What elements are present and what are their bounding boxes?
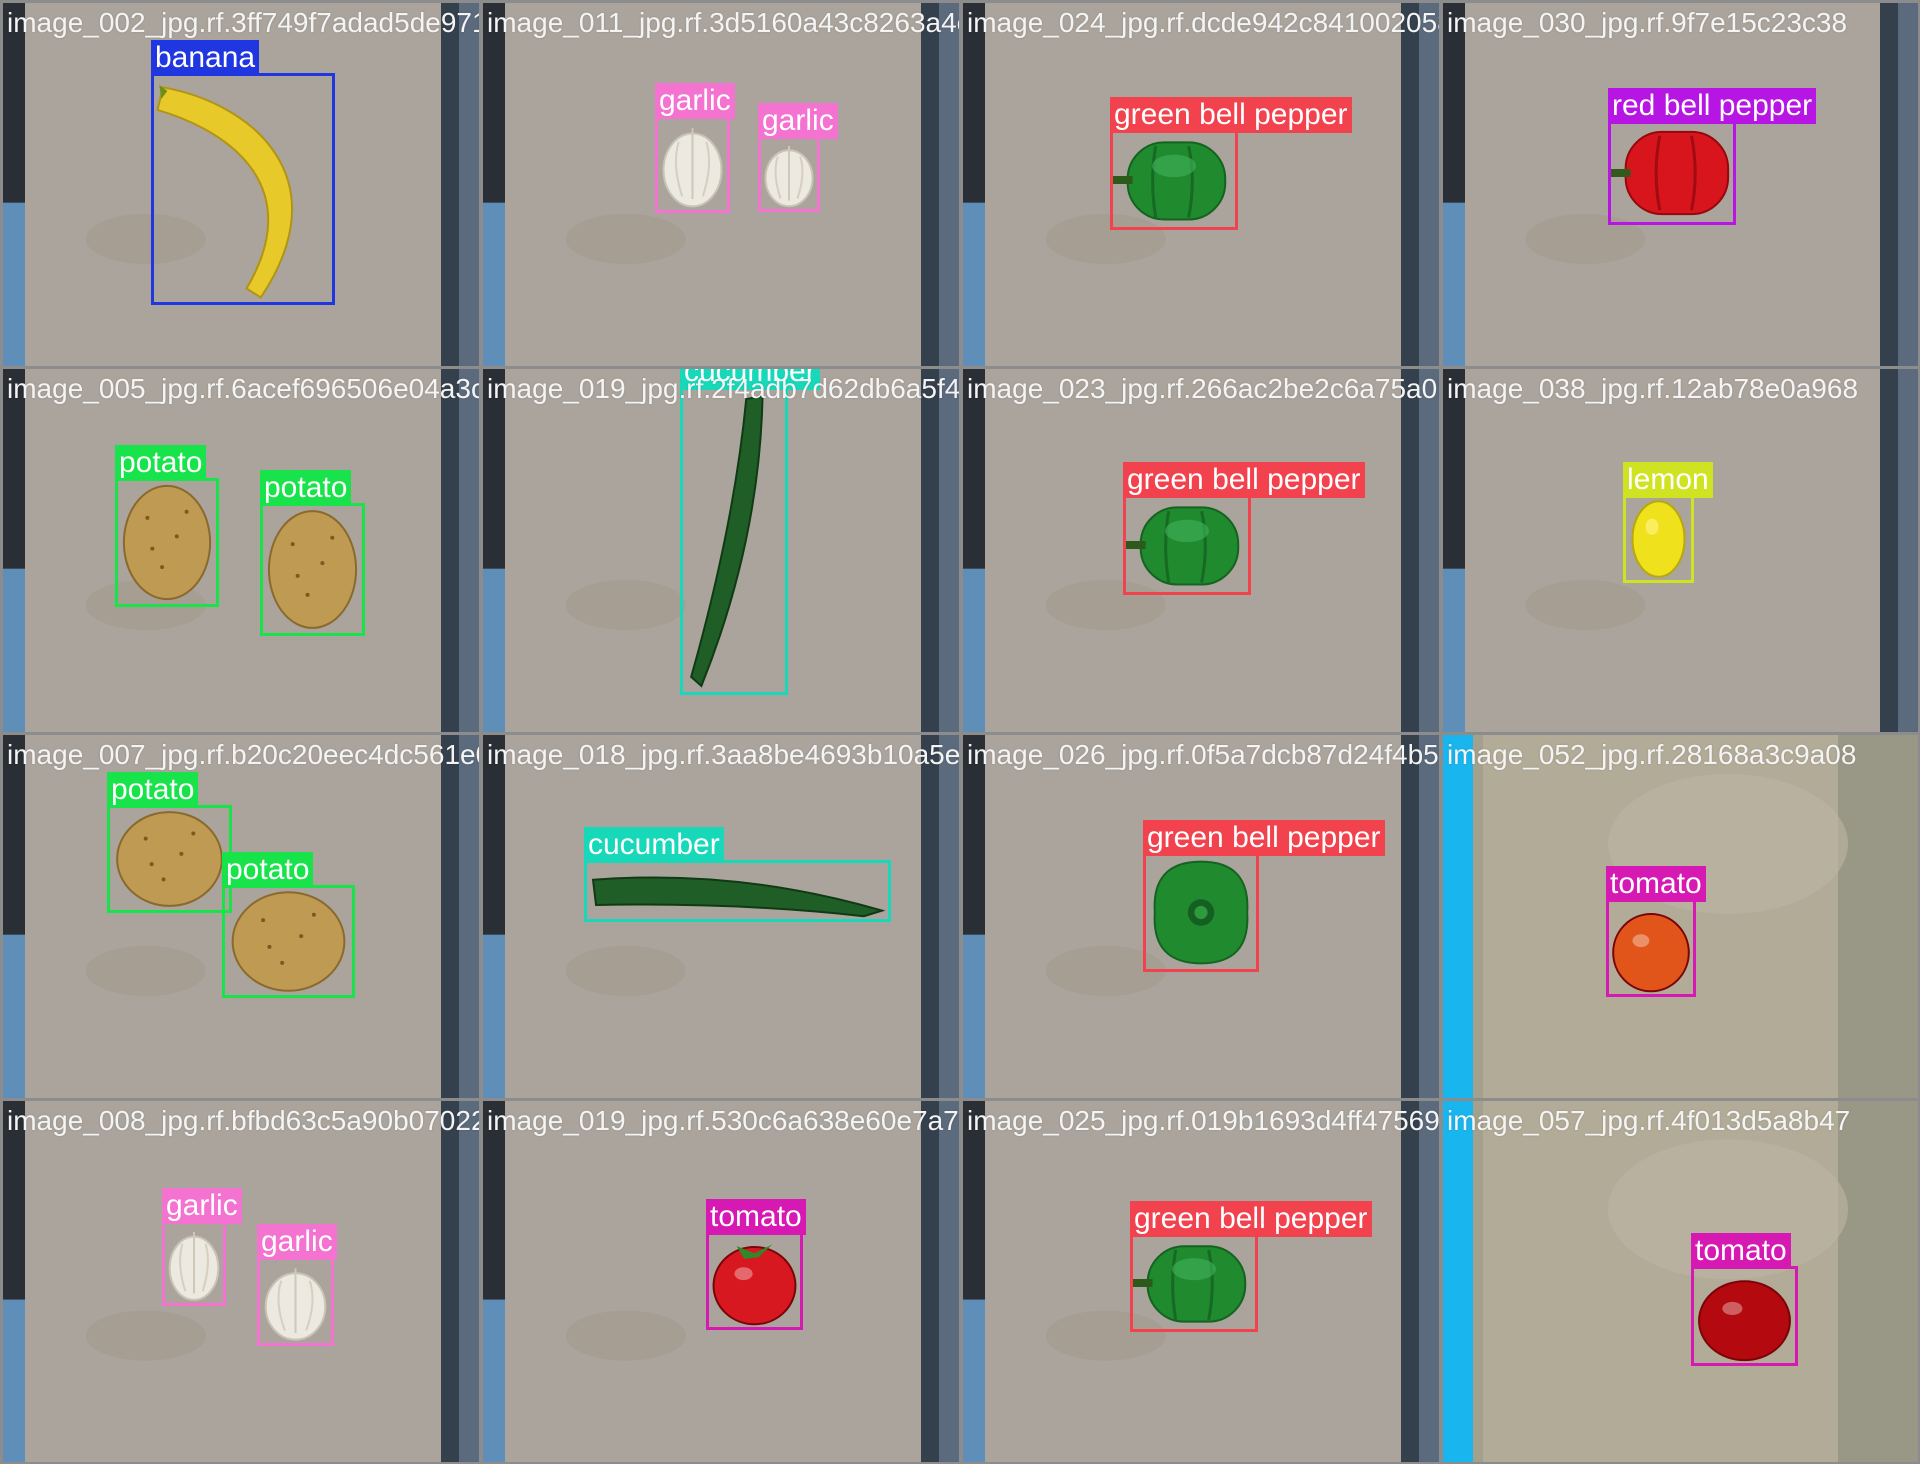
detection-label: tomato <box>1691 1233 1791 1269</box>
tile-filename: image_052_jpg.rf.28168a3c9a08 <box>1447 739 1857 770</box>
detection-label: green bell pepper <box>1143 820 1385 856</box>
detection-box: banana <box>151 40 335 305</box>
tile-filename: image_019_jpg.rf.2f4adb7d62db6a5f4082d <box>487 373 959 404</box>
detection-box: garlic <box>257 1224 337 1346</box>
detection-label: cucumber <box>584 827 724 863</box>
detection-box: tomato <box>706 1199 806 1330</box>
tile-filename: image_025_jpg.rf.019b1693d4ff47569f1837 <box>967 1105 1439 1136</box>
tile-filename: image_019_jpg.rf.530c6a638e60e7a7e2598 <box>487 1105 959 1136</box>
tile-photo <box>3 1101 479 1462</box>
detection-label: garlic <box>257 1224 337 1260</box>
detection-box: potato <box>260 470 365 636</box>
tile-filename: image_024_jpg.rf.dcde942c84100205861d034 <box>967 7 1439 38</box>
detection-box: potato <box>107 772 232 913</box>
tile-filename: image_011_jpg.rf.3d5160a43c8263a4e5224b <box>487 7 959 38</box>
detection-box: green bell pepper <box>1110 97 1352 230</box>
mosaic-tile: image_025_jpg.rf.019b1693d4ff47569f1837g… <box>963 1101 1439 1462</box>
detection-label: garlic <box>162 1188 242 1224</box>
mosaic-tile: image_023_jpg.rf.266ac2be2c6a75a0b5f5738… <box>963 369 1439 732</box>
mosaic-tile: image_052_jpg.rf.28168a3c9a08tomato <box>1443 735 1918 1098</box>
detection-label: garlic <box>655 83 735 119</box>
tile-filename: image_005_jpg.rf.6acef696506e04a3c29269 <box>7 373 479 404</box>
mosaic-tile: image_007_jpg.rf.b20c20eec4dc561e05962po… <box>3 735 479 1098</box>
tile-filename: image_023_jpg.rf.266ac2be2c6a75a0b5f5738 <box>967 373 1439 404</box>
detection-label: garlic <box>758 103 838 139</box>
tile-filename: image_026_jpg.rf.0f5a7dcb87d24f4b572028 <box>967 739 1439 770</box>
tile-filename: image_002_jpg.rf.3ff749f7adad5de971f0a1 <box>7 7 479 38</box>
detection-box: tomato <box>1691 1233 1798 1366</box>
mosaic-tile: image_057_jpg.rf.4f013d5a8b47tomato <box>1443 1101 1918 1462</box>
detection-box: garlic <box>162 1188 242 1306</box>
detection-label: banana <box>151 40 260 76</box>
detection-box: green bell pepper <box>1143 820 1385 972</box>
detection-label: green bell pepper <box>1123 462 1365 498</box>
tile-filename: image_038_jpg.rf.12ab78e0a968 <box>1447 373 1859 404</box>
detection-box: green bell pepper <box>1130 1201 1372 1332</box>
detection-label: lemon <box>1623 462 1713 498</box>
detection-box: garlic <box>758 103 838 212</box>
detection-box: garlic <box>655 83 735 213</box>
detection-label: green bell pepper <box>1130 1201 1372 1237</box>
mosaic-tile: image_005_jpg.rf.6acef696506e04a3c29269p… <box>3 369 479 732</box>
detection-box: potato <box>115 445 219 607</box>
mosaic-tile: image_024_jpg.rf.dcde942c84100205861d034… <box>963 3 1439 366</box>
detection-box: potato <box>222 852 355 998</box>
tile-photo <box>3 369 479 732</box>
cardboard-backdrop <box>25 369 441 732</box>
detection-box: tomato <box>1606 866 1706 997</box>
tile-filename: image_030_jpg.rf.9f7e15c23c38 <box>1447 7 1848 38</box>
tile-photo <box>1443 1101 1918 1462</box>
detection-label: red bell pepper <box>1608 88 1817 124</box>
tile-filename: image_057_jpg.rf.4f013d5a8b47 <box>1447 1105 1851 1136</box>
detection-box: cucumber <box>584 827 891 922</box>
detection-mosaic: image_002_jpg.rf.3ff749f7adad5de971f0a1b… <box>0 0 1920 1464</box>
detection-box: cucumber <box>680 369 820 695</box>
mosaic-tile: image_008_jpg.rf.bfbd63c5a90b0702271976g… <box>3 1101 479 1462</box>
mosaic-tile: image_019_jpg.rf.530c6a638e60e7a7e2598to… <box>483 1101 959 1462</box>
mosaic-tile: image_011_jpg.rf.3d5160a43c8263a4e5224bg… <box>483 3 959 366</box>
detection-label: tomato <box>1606 866 1706 902</box>
detection-label: potato <box>222 852 314 888</box>
mosaic-tile: image_002_jpg.rf.3ff749f7adad5de971f0a1b… <box>3 3 479 366</box>
detection-label: potato <box>115 445 207 481</box>
detection-label: potato <box>107 772 199 808</box>
mosaic-tile: image_030_jpg.rf.9f7e15c23c38red bell pe… <box>1443 3 1918 366</box>
detection-box: red bell pepper <box>1608 88 1817 225</box>
detection-label: potato <box>260 470 352 506</box>
cardboard-backdrop <box>25 1101 441 1462</box>
mosaic-tile: image_038_jpg.rf.12ab78e0a968lemon <box>1443 369 1918 732</box>
detection-label: green bell pepper <box>1110 97 1352 133</box>
mosaic-tile: image_026_jpg.rf.0f5a7dcb87d24f4b572028g… <box>963 735 1439 1098</box>
tile-filename: image_018_jpg.rf.3aa8be4693b10a5ef0243 <box>487 739 959 770</box>
detection-label: tomato <box>706 1199 806 1235</box>
detection-box: green bell pepper <box>1123 462 1365 595</box>
detection-box: lemon <box>1623 462 1713 583</box>
mosaic-tile: image_019_jpg.rf.2f4adb7d62db6a5f4082dcu… <box>483 369 959 732</box>
tile-filename: image_008_jpg.rf.bfbd63c5a90b0702271976 <box>7 1105 479 1136</box>
mosaic-tile: image_018_jpg.rf.3aa8be4693b10a5ef0243cu… <box>483 735 959 1098</box>
tile-filename: image_007_jpg.rf.b20c20eec4dc561e05962 <box>7 739 479 770</box>
